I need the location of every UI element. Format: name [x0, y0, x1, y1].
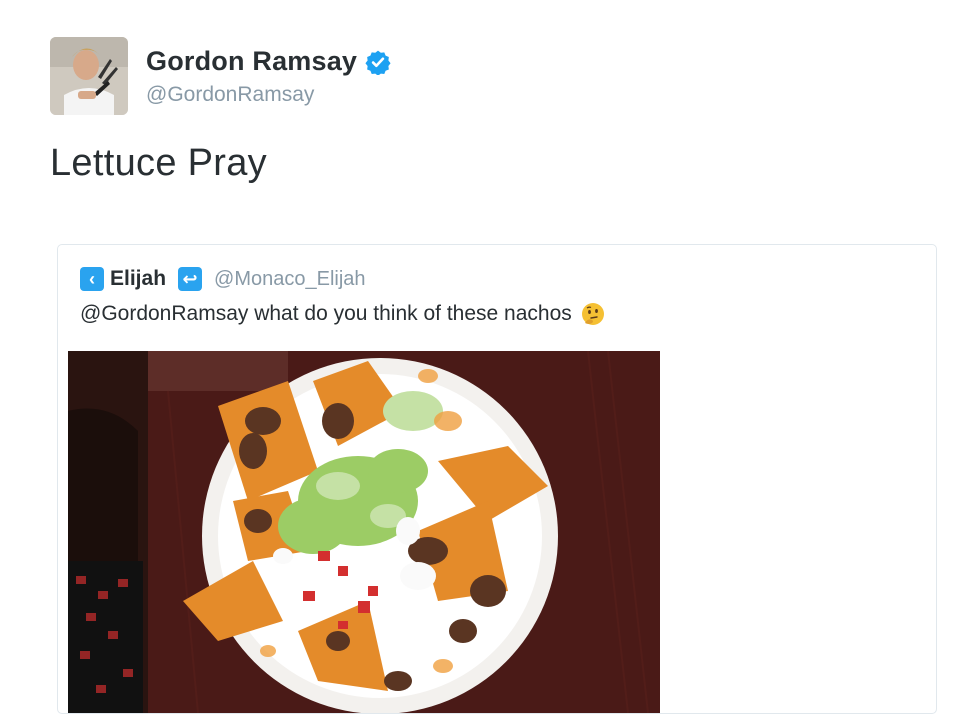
quoted-author-name[interactable]: Elijah — [110, 267, 166, 291]
author-name[interactable]: Gordon Ramsay — [146, 46, 357, 77]
verified-badge-icon — [365, 50, 391, 75]
arrow-return-icon: ↩ — [178, 267, 203, 291]
quoted-tweet-text: @GordonRamsay what do you think of these… — [80, 302, 572, 325]
author-handle[interactable]: @GordonRamsay — [146, 83, 391, 107]
avatar[interactable] — [50, 37, 128, 115]
nachos-photo[interactable] — [68, 351, 660, 713]
arrow-left-icon: ‹ — [80, 267, 104, 291]
thinking-face-emoji — [581, 303, 604, 325]
quoted-tweet[interactable]: ‹ Elijah ↩ @Monaco_Elijah @GordonRamsay … — [57, 244, 937, 714]
tweet-header: Gordon Ramsay @GordonRamsay — [50, 37, 650, 115]
tweet-text: Lettuce Pray — [50, 142, 267, 184]
quoted-author-handle[interactable]: @Monaco_Elijah — [214, 268, 366, 291]
